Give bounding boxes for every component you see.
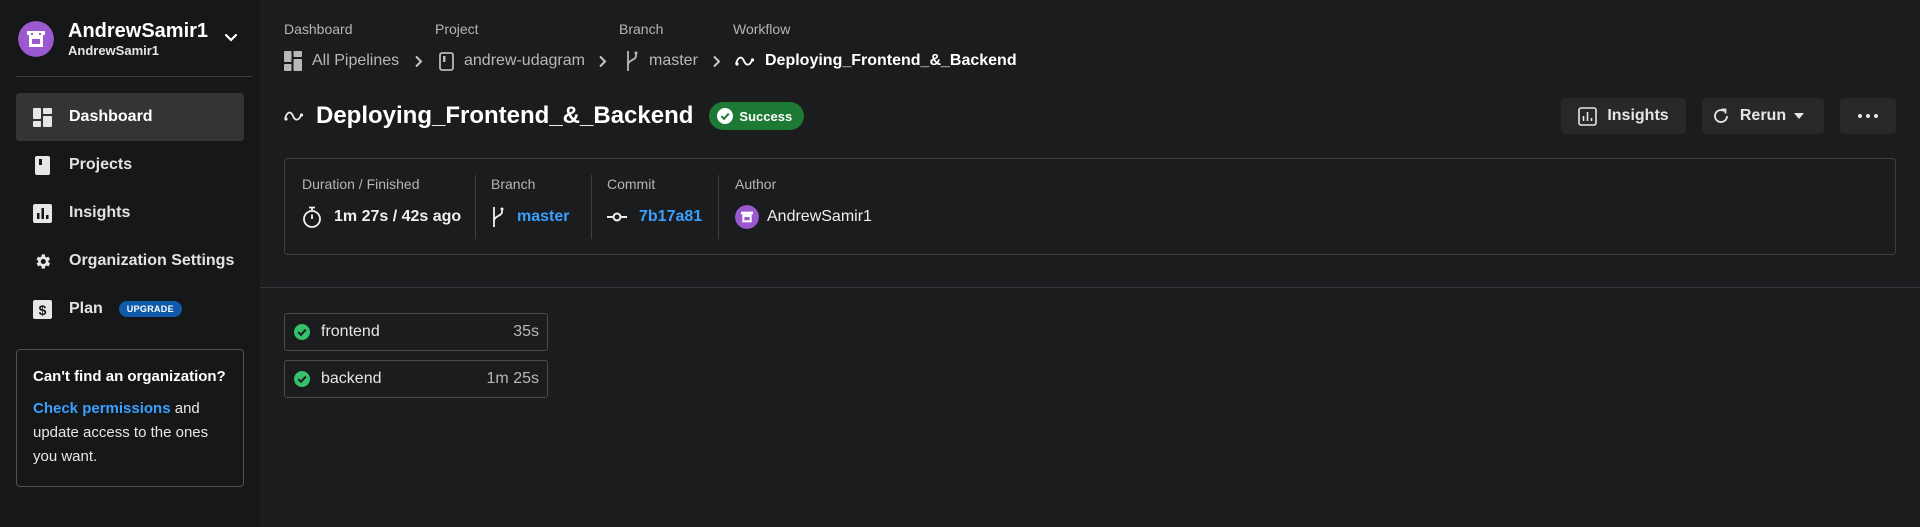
workflow-info-card: Duration / Finished 1m 27s / 42s ago Bra…: [284, 158, 1896, 255]
sidebar-item-label: Insights: [69, 204, 131, 221]
sidebar-item-insights[interactable]: Insights: [16, 189, 244, 237]
author-label: Author: [735, 176, 777, 192]
commit-link[interactable]: 7b17a81: [607, 205, 702, 229]
breadcrumb-label-project: Project: [435, 21, 479, 37]
breadcrumb-workflow[interactable]: Deploying_Frontend_&_Backend: [735, 49, 1017, 73]
breadcrumb-label-branch: Branch: [619, 21, 664, 37]
more-horizontal-icon: [1858, 114, 1878, 118]
insights-icon: [33, 203, 52, 223]
commit-label: Commit: [607, 176, 656, 192]
insights-button-label: Insights: [1607, 107, 1669, 124]
branch-label: Branch: [491, 176, 536, 192]
branch-link[interactable]: master: [491, 205, 569, 229]
sidebar: AndrewSamir1 AndrewSamir1 Dashboard Proj…: [0, 0, 260, 527]
job-name: backend: [321, 370, 382, 387]
check-permissions-link[interactable]: Check permissions: [33, 400, 171, 417]
chevron-right-icon: [598, 55, 608, 68]
duration-label: Duration / Finished: [302, 176, 420, 192]
svg-text:$: $: [39, 302, 47, 318]
workflow-icon: [284, 108, 304, 124]
rerun-button-label: Rerun: [1739, 107, 1787, 124]
rerun-button[interactable]: Rerun: [1702, 98, 1824, 134]
breadcrumb-branch[interactable]: master: [625, 49, 698, 73]
success-check-icon: [294, 371, 310, 387]
git-branch-icon: [491, 206, 517, 228]
breadcrumb-label-dashboard: Dashboard: [284, 21, 353, 37]
org-help-title: Can't find an organization?: [33, 368, 226, 385]
info-divider: [591, 175, 592, 239]
status-badge: Success: [709, 102, 805, 130]
section-divider: [260, 287, 1920, 288]
commit-info: Commit 7b17a81: [607, 175, 702, 229]
sidebar-item-dashboard[interactable]: Dashboard: [16, 93, 244, 141]
job-frontend[interactable]: frontend 35s: [284, 313, 548, 351]
author-info: Author AndrewSamir1: [735, 175, 872, 229]
breadcrumb-item-label: master: [649, 52, 698, 69]
org-avatar: [18, 21, 54, 57]
avatar: [735, 205, 759, 229]
chevron-right-icon: [712, 55, 722, 68]
workflow-header: Deploying_Frontend_&_Backend Success: [284, 100, 805, 132]
info-divider: [718, 175, 719, 239]
sidebar-divider: [16, 76, 252, 77]
breadcrumb-item-label: Deploying_Frontend_&_Backend: [765, 52, 1017, 69]
project-icon: [439, 51, 464, 71]
sidebar-item-organization-settings[interactable]: Organization Settings: [16, 237, 244, 285]
org-name: AndrewSamir1: [68, 20, 209, 42]
chevron-right-icon: [414, 55, 424, 68]
caret-down-icon: [1794, 113, 1814, 119]
author-value: AndrewSamir1: [767, 208, 872, 225]
sidebar-nav: Dashboard Projects Insights Organization…: [16, 93, 244, 333]
git-commit-icon: [607, 212, 639, 222]
org-help-text: Check permissions and update access to t…: [33, 397, 227, 469]
insights-button[interactable]: Insights: [1561, 98, 1686, 134]
workflow-icon: [735, 53, 765, 69]
sidebar-item-label: Projects: [69, 156, 133, 173]
job-name: frontend: [321, 323, 380, 340]
breadcrumb-item-label: All Pipelines: [312, 52, 400, 69]
org-help-card: Can't find an organization? Check permis…: [16, 349, 244, 487]
breadcrumb-project[interactable]: andrew-udagram: [439, 49, 585, 73]
job-duration: 35s: [513, 323, 539, 340]
rerun-icon: [1712, 107, 1740, 125]
git-branch-icon: [625, 50, 649, 72]
chevron-down-icon[interactable]: [224, 33, 238, 43]
breadcrumb-all-pipelines[interactable]: All Pipelines: [284, 49, 399, 73]
sidebar-item-label: Organization Settings: [69, 252, 235, 269]
sidebar-item-plan[interactable]: $ Plan UPGRADE: [16, 285, 244, 333]
breadcrumb-item-label: andrew-udagram: [464, 52, 585, 69]
upgrade-badge[interactable]: UPGRADE: [118, 301, 182, 317]
dashboard-icon: [284, 51, 312, 71]
breadcrumb-label-workflow: Workflow: [733, 21, 791, 37]
insights-icon: [1578, 106, 1607, 126]
projects-icon: [33, 155, 52, 175]
org-switcher[interactable]: AndrewSamir1 AndrewSamir1: [18, 19, 250, 59]
success-check-icon: [294, 324, 310, 340]
job-backend[interactable]: backend 1m 25s: [284, 360, 548, 398]
org-username: AndrewSamir1: [68, 43, 160, 58]
check-circle-icon: [717, 108, 739, 124]
commit-value: 7b17a81: [639, 208, 703, 225]
timer-icon: [302, 206, 334, 228]
sidebar-item-label: Plan: [69, 300, 103, 317]
dashboard-icon: [33, 107, 52, 127]
sidebar-item-label: Dashboard: [69, 108, 153, 125]
gear-icon: [33, 252, 52, 271]
more-options-button[interactable]: [1840, 98, 1896, 134]
branch-info: Branch master: [491, 175, 569, 229]
status-text: Success: [739, 108, 793, 124]
info-divider: [475, 175, 476, 239]
branch-value: master: [517, 208, 570, 225]
page-title: Deploying_Frontend_&_Backend: [316, 102, 694, 129]
job-duration: 1m 25s: [486, 370, 539, 387]
sidebar-item-projects[interactable]: Projects: [16, 141, 244, 189]
duration-info: Duration / Finished 1m 27s / 42s ago: [302, 175, 461, 229]
duration-value: 1m 27s / 42s ago: [334, 208, 462, 225]
dollar-icon: $: [33, 299, 52, 319]
